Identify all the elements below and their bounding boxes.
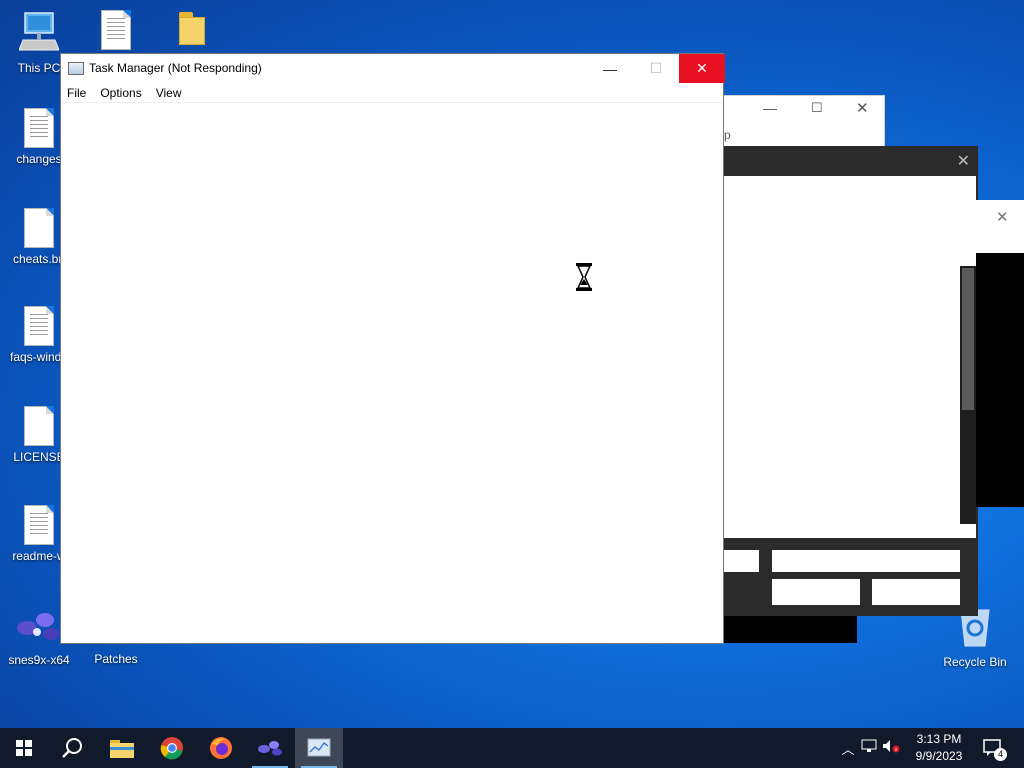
snes9x-icon (258, 741, 282, 756)
hourglass-cursor-icon (575, 262, 593, 297)
close-icon[interactable]: ✕ (996, 208, 1009, 226)
task-manager-window[interactable]: Task Manager (Not Responding) — ☐ ✕ File… (60, 53, 725, 644)
desktop-icon-label: LICENSE (13, 450, 65, 464)
menu-file[interactable]: File (67, 86, 86, 100)
network-icon[interactable] (858, 739, 880, 758)
dialog-field[interactable] (772, 550, 960, 572)
task-manager-icon (68, 62, 84, 75)
show-hidden-icons-chevron-up-icon[interactable]: ︿ (838, 739, 858, 758)
close-button[interactable]: ✕ (679, 54, 725, 83)
dialog-field[interactable] (722, 550, 759, 572)
window-title: Task Manager (Not Responding) (89, 61, 262, 75)
menu-options[interactable]: Options (100, 86, 141, 100)
desktop-icon-folder-top[interactable] (155, 12, 229, 50)
notification-count-badge: 4 (994, 748, 1007, 761)
menu-view[interactable]: View (156, 86, 182, 100)
text-document-icon (24, 306, 54, 346)
chrome-icon (160, 737, 183, 760)
desktop-icon-label: cheats.bn (12, 252, 66, 266)
computer-icon (2, 10, 76, 57)
volume-muted-icon[interactable]: x (880, 739, 902, 758)
desktop-icon-label: Patches (94, 652, 138, 666)
maximize-button[interactable]: ☐ (811, 100, 823, 116)
minimize-button[interactable]: — (763, 100, 777, 116)
desktop-icon-label: readme-w (12, 549, 66, 563)
text-document-icon (24, 505, 54, 545)
desktop-icon-label: changes (16, 152, 62, 166)
system-tray: ︿ x (838, 728, 902, 768)
scrollbar[interactable] (960, 266, 976, 524)
background-window-menu-text: p (724, 128, 731, 142)
blank-document-icon (24, 406, 54, 446)
taskbar: ︿ x 3:13 PM 9/9/2023 4 (0, 728, 1024, 768)
clock-date: 9/9/2023 (915, 749, 963, 763)
clock-time: 3:13 PM (916, 732, 962, 746)
close-button[interactable]: ✕ (856, 99, 869, 117)
background-window-bottom (722, 616, 857, 643)
start-button[interactable] (0, 728, 48, 768)
search-icon (62, 738, 82, 758)
close-icon[interactable]: ✕ (957, 151, 970, 171)
minimize-button[interactable]: — (587, 54, 633, 83)
desktop-icon-patches[interactable]: Patches (79, 652, 153, 666)
maximize-button[interactable]: ☐ (633, 54, 679, 83)
action-center-button[interactable]: 4 (972, 728, 1016, 768)
background-window-right[interactable]: ✕ (976, 200, 1024, 254)
folder-icon (177, 12, 207, 46)
taskbar-file-explorer[interactable] (98, 728, 146, 768)
taskbar-firefox[interactable] (197, 728, 245, 768)
task-manager-icon (307, 738, 331, 757)
desktop-icon-patches-folder[interactable] (79, 10, 153, 54)
clock[interactable]: 3:13 PM 9/9/2023 (908, 731, 970, 765)
desktop-icon-label: Recycle Bin (943, 655, 1007, 669)
background-window-dark[interactable]: ✕ (722, 146, 978, 616)
desktop-icon-label: This PC (17, 61, 61, 75)
window-body (61, 103, 723, 643)
title-bar[interactable]: Task Manager (Not Responding) — ☐ ✕ (61, 54, 725, 83)
firefox-icon (210, 737, 232, 759)
start-icon (16, 740, 32, 756)
text-document-icon (101, 10, 131, 50)
menu-bar: File Options View (61, 83, 723, 103)
text-document-icon (24, 108, 54, 148)
blank-document-icon (24, 208, 54, 248)
taskbar-chrome[interactable] (148, 728, 196, 768)
background-window-top[interactable]: — ☐ ✕ p (722, 95, 885, 147)
dialog-button[interactable] (772, 579, 860, 605)
taskbar-snes9x[interactable] (246, 728, 294, 768)
search-button[interactable] (48, 728, 96, 768)
taskbar-task-manager[interactable] (295, 728, 343, 768)
scrollbar-thumb[interactable] (962, 268, 974, 410)
file-explorer-icon (110, 740, 134, 758)
svg-text:x: x (895, 747, 898, 753)
desktop-icon-label: snes9x-x64 (8, 653, 70, 667)
background-window-right-body (976, 253, 1024, 507)
dialog-button[interactable] (872, 579, 960, 605)
window-client-area (724, 176, 976, 538)
